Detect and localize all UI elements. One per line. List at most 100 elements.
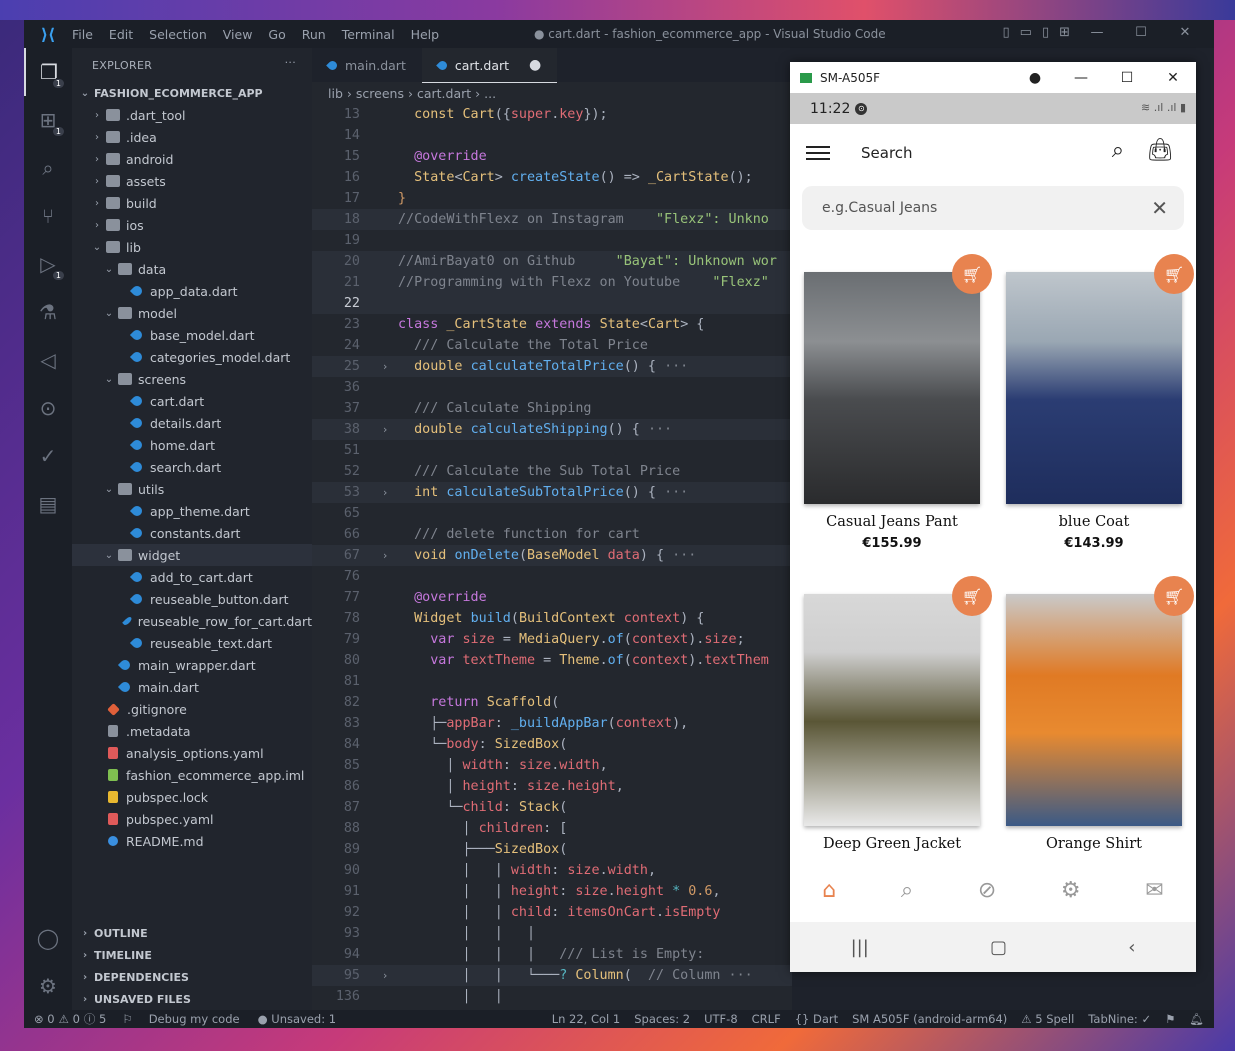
tab-cart-dart[interactable]: cart.dart ● <box>421 48 558 83</box>
tree-item[interactable]: pubspec.yaml <box>72 808 312 830</box>
errors-count[interactable]: ⊗ 0 <box>34 1012 55 1026</box>
tree-item[interactable]: .metadata <box>72 720 312 742</box>
back-icon[interactable]: ‹ <box>1128 937 1135 958</box>
indentation[interactable]: Spaces: 2 <box>634 1012 690 1026</box>
tree-item[interactable]: ⌄ lib <box>72 236 312 258</box>
menu-item-run[interactable]: Run <box>302 27 326 42</box>
menu-item-edit[interactable]: Edit <box>109 27 133 42</box>
workspace-root[interactable]: ⌄ FASHION_ECOMMERCE_APP <box>72 82 312 104</box>
tree-item[interactable]: main.dart <box>72 676 312 698</box>
device-selector[interactable]: SM A505F (android-arm64) <box>852 1012 1007 1026</box>
fold-chevron-icon[interactable]: › <box>372 360 398 373</box>
tree-item[interactable]: main_wrapper.dart <box>72 654 312 676</box>
layout-sidebar-icon[interactable]: ▯ <box>1002 25 1009 40</box>
unsaved-dot-icon[interactable]: ● <box>529 57 541 73</box>
menu-item-view[interactable]: View <box>223 27 253 42</box>
menu-item-terminal[interactable]: Terminal <box>342 27 395 42</box>
tab-main-dart[interactable]: main.dart <box>312 48 422 82</box>
tree-item[interactable]: › ios <box>72 214 312 236</box>
product-card[interactable]: Casual Jeans Pant €155.99 <box>804 272 980 551</box>
explore-compass-icon[interactable]: ⊘ <box>978 878 996 903</box>
mail-icon[interactable]: ✉ <box>1145 878 1163 903</box>
notifications-icon[interactable]: 🔔︎ <box>1189 1012 1204 1026</box>
tree-item[interactable]: reuseable_button.dart <box>72 588 312 610</box>
feedback-icon[interactable]: ⚑ <box>1165 1012 1175 1026</box>
search-nav-icon[interactable]: ⌕ <box>901 878 913 903</box>
menu-item-file[interactable]: File <box>72 27 93 42</box>
info-count[interactable]: ⓘ 5 <box>84 1011 106 1027</box>
product-image[interactable] <box>804 272 980 504</box>
tree-item[interactable]: .gitignore <box>72 698 312 720</box>
testing-icon[interactable]: ⚗ <box>24 288 72 336</box>
settings-icon[interactable]: ⚙ <box>1061 878 1081 903</box>
tree-item[interactable]: base_model.dart <box>72 324 312 346</box>
menu-item-help[interactable]: Help <box>411 27 440 42</box>
fold-chevron-icon[interactable]: › <box>372 486 398 499</box>
account-icon[interactable]: ◯ <box>24 914 72 962</box>
section-dependencies[interactable]: › DEPENDENCIES <box>72 966 312 988</box>
tree-item[interactable]: details.dart <box>72 412 312 434</box>
search-icon[interactable]: ⌕ <box>1112 138 1124 163</box>
emulator-minimize-button[interactable]: — <box>1058 62 1104 93</box>
tree-item[interactable]: ⌄ data <box>72 258 312 280</box>
close-button[interactable]: ✕ <box>1168 25 1202 40</box>
tree-item[interactable]: constants.dart <box>72 522 312 544</box>
tree-item[interactable]: add_to_cart.dart <box>72 566 312 588</box>
tree-item[interactable]: home.dart <box>72 434 312 456</box>
breadcrumb-item[interactable]: ... <box>484 86 496 101</box>
tree-item[interactable]: › assets <box>72 170 312 192</box>
tree-item[interactable]: fashion_ecommerce_app.iml <box>72 764 312 786</box>
product-card[interactable]: Deep Green Jacket <box>804 594 980 852</box>
search-input[interactable]: e.g.Casual Jeans ✕ <box>802 186 1184 230</box>
product-card[interactable]: Orange Shirt <box>1006 594 1182 852</box>
spell-check[interactable]: ⚠ 5 Spell <box>1021 1012 1074 1026</box>
settings-gear-icon[interactable]: ⚙ <box>24 962 72 1010</box>
line-ending[interactable]: CRLF <box>752 1012 781 1026</box>
source-control-icon[interactable]: ⑂ <box>24 192 72 240</box>
search-icon[interactable]: ⌕ <box>24 144 72 192</box>
language-mode[interactable]: {} Dart <box>795 1012 838 1026</box>
tree-item[interactable]: search.dart <box>72 456 312 478</box>
section-unsaved-files[interactable]: › UNSAVED FILES <box>72 988 312 1010</box>
tree-item[interactable]: › .dart_tool <box>72 104 312 126</box>
section-outline[interactable]: › OUTLINE <box>72 922 312 944</box>
chat-icon[interactable]: ● <box>1012 62 1058 93</box>
tree-item[interactable]: › android <box>72 148 312 170</box>
tree-item[interactable]: ⌄ screens <box>72 368 312 390</box>
tree-item[interactable]: › build <box>72 192 312 214</box>
customize-layout-icon[interactable]: ⊞ <box>1059 25 1070 40</box>
home-icon[interactable]: ⌂ <box>822 878 836 903</box>
git-graph-icon[interactable]: ⊙ <box>24 384 72 432</box>
shopping-bag-icon[interactable]: 👜︎ <box>1146 138 1174 163</box>
tree-item[interactable]: analysis_options.yaml <box>72 742 312 764</box>
product-image[interactable] <box>1006 594 1182 826</box>
tree-item[interactable]: pubspec.lock <box>72 786 312 808</box>
product-image[interactable] <box>1006 272 1182 504</box>
tabnine-status[interactable]: TabNine: ✓ <box>1088 1012 1151 1026</box>
add-to-cart-icon[interactable]: 🛒︎ <box>1154 576 1194 616</box>
menu-item-go[interactable]: Go <box>268 27 285 42</box>
add-to-cart-icon[interactable]: 🛒︎ <box>952 254 992 294</box>
tree-item[interactable]: README.md <box>72 830 312 852</box>
tree-item[interactable]: reuseable_text.dart <box>72 632 312 654</box>
fold-chevron-icon[interactable]: › <box>372 549 398 562</box>
tree-item[interactable]: ⌄ utils <box>72 478 312 500</box>
flutter-icon[interactable]: ◁ <box>24 336 72 384</box>
minimize-button[interactable]: — <box>1080 25 1114 40</box>
menu-item-selection[interactable]: Selection <box>149 27 207 42</box>
extensions-remote-icon[interactable]: ⊞ 1 <box>24 96 72 144</box>
home-button-icon[interactable]: ▢ <box>990 937 1007 958</box>
product-image[interactable] <box>804 594 980 826</box>
fold-chevron-icon[interactable]: › <box>372 423 398 436</box>
more-actions-icon[interactable]: ··· <box>285 56 296 69</box>
clear-icon[interactable]: ✕ <box>1151 196 1168 220</box>
fold-chevron-icon[interactable]: › <box>372 969 398 982</box>
breadcrumb-item[interactable]: lib <box>328 86 343 101</box>
layout-panel-icon[interactable]: ▭ <box>1020 25 1032 40</box>
tree-item[interactable]: cart.dart <box>72 390 312 412</box>
explorer-icon[interactable]: ❐ 1 <box>24 48 72 96</box>
code-view[interactable]: 13 const Cart({super.key}); 14 15 @overrid… <box>312 104 792 1007</box>
emulator-maximize-button[interactable]: ☐ <box>1104 62 1150 93</box>
tree-item[interactable]: app_theme.dart <box>72 500 312 522</box>
tree-item[interactable]: ⌄ widget <box>72 544 312 566</box>
